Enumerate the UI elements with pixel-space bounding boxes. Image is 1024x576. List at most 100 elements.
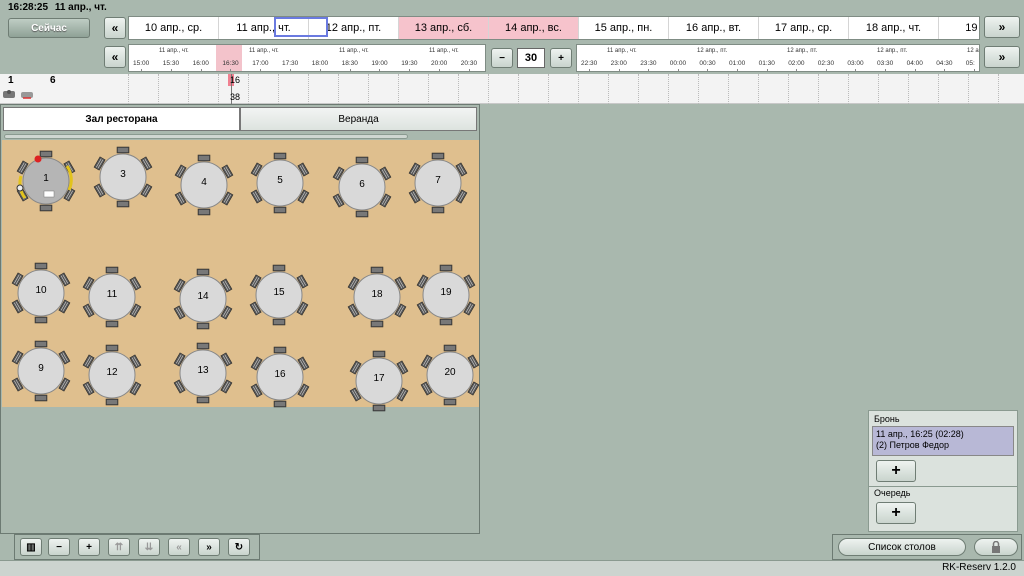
table-9[interactable]: 9	[6, 336, 76, 406]
table-14[interactable]: 14	[168, 264, 238, 334]
occupancy-grid-line	[548, 74, 549, 104]
occupancy-grid-line	[998, 74, 999, 104]
day-cell[interactable]: 13 апр., сб.	[399, 17, 489, 39]
table-19[interactable]: 19	[411, 260, 481, 330]
table-number: 9	[38, 363, 44, 374]
zoom-value: 30	[517, 48, 545, 68]
occupancy-grid-line	[578, 74, 579, 104]
tables-list-button[interactable]: Список столов	[838, 538, 966, 556]
day-cell[interactable]: 10 апр., ср.	[129, 17, 219, 39]
table-number: 14	[197, 291, 209, 302]
timeline-date: 11 апр., чт.	[159, 48, 189, 54]
table-11[interactable]: 11	[77, 262, 147, 332]
zoom-in-button[interactable]: +	[550, 48, 572, 68]
prev-day-button[interactable]: «	[104, 17, 126, 39]
timeline-time: 18:30	[341, 60, 358, 67]
day-cell[interactable]: 16 апр., вт.	[669, 17, 759, 39]
day-cell[interactable]: 14 апр., вс.	[489, 17, 579, 39]
day-cell[interactable]: 18 апр., чт.	[849, 17, 939, 39]
timeline-time: 18:00	[311, 60, 329, 67]
timeline-tick	[677, 69, 679, 71]
occupancy-grid-line	[518, 74, 519, 104]
table-20[interactable]: 20	[415, 340, 485, 410]
timeline-time: 03:30	[877, 60, 894, 67]
booking-item[interactable]: 11 апр., 16:25 (02:28) (2) Петров Федор	[872, 426, 1014, 456]
table-13[interactable]: 13	[168, 338, 238, 408]
timeline-time: 15:00	[133, 60, 150, 67]
occupancy-row[interactable]	[0, 74, 1024, 104]
timeline-right[interactable]: 22:30 23:00 23:30 00:00 00:30 01:00 01:30 02:00…	[576, 44, 980, 72]
timeline-tick	[944, 69, 946, 71]
table-17[interactable]: 17	[344, 346, 414, 416]
tab-veranda[interactable]: Веранда	[240, 107, 477, 131]
prev-time-button[interactable]: «	[104, 46, 126, 68]
timeline-highlight	[216, 45, 243, 71]
status-bar	[0, 560, 1024, 576]
zoom-out-floor-button[interactable]: −	[48, 538, 70, 556]
hall-tabs: Зал ресторана Веранда	[3, 107, 477, 131]
timeline-date: 11 апр., чт.	[607, 48, 637, 54]
table-1[interactable]: 1	[11, 146, 81, 216]
timeline-left[interactable]: 15:00 15:30 16:00 16:30 17:00 17:30 18:00 18:30…	[128, 44, 486, 72]
add-queue-button[interactable]: +	[876, 502, 916, 524]
timeline-time: 19:30	[401, 60, 418, 67]
occupancy-grid-line	[278, 74, 279, 104]
table-15[interactable]: 15	[244, 260, 314, 330]
table-6[interactable]: 6	[327, 152, 397, 222]
table-number: 16	[274, 369, 286, 380]
next-time-button[interactable]: »	[984, 46, 1020, 68]
table-10[interactable]: 10	[6, 258, 76, 328]
timeline-time: 04:00	[906, 60, 923, 67]
last-button[interactable]: »	[198, 538, 220, 556]
timeline-tick	[737, 69, 738, 71]
occupancy-grid-line	[128, 74, 129, 104]
zoom-out-button[interactable]: −	[491, 48, 513, 68]
occupancy-grid-line	[218, 74, 219, 104]
day-selection	[274, 17, 328, 37]
lock-button[interactable]	[974, 538, 1018, 556]
table-3[interactable]: 3	[88, 142, 158, 212]
first-button[interactable]: «	[168, 538, 190, 556]
table-7[interactable]: 7	[403, 148, 473, 218]
next-day-button[interactable]: »	[984, 16, 1020, 38]
horizontal-scrollbar[interactable]	[4, 134, 408, 139]
marker-label-bottom: 38	[230, 92, 241, 102]
occupancy-grid-line	[638, 74, 639, 104]
timeline-date: 12 апр., пт.	[697, 48, 728, 54]
day-cell[interactable]: 15 апр., пн.	[579, 17, 669, 39]
move-bottom-button[interactable]: ⇊	[138, 538, 160, 556]
occupancy-grid-line	[368, 74, 369, 104]
occupancy-grid-line	[698, 74, 699, 104]
timeline-tick	[319, 69, 321, 71]
timeline-time: 01:30	[758, 60, 775, 67]
occupancy-grid-line	[818, 74, 819, 104]
table-16[interactable]: 16	[245, 342, 315, 412]
table-18[interactable]: 18	[342, 262, 412, 332]
layout-button[interactable]: ▥	[20, 538, 42, 556]
occupancy-grid-line	[458, 74, 459, 104]
timeline-time: 17:00	[252, 60, 269, 67]
table-number: 1	[43, 173, 49, 184]
current-time: 16:28:25	[8, 2, 49, 13]
timeline-tick	[468, 69, 470, 71]
tab-restaurant-hall[interactable]: Зал ресторана	[3, 107, 240, 131]
move-top-button[interactable]: ⇈	[108, 538, 130, 556]
zoom-in-floor-button[interactable]: +	[78, 538, 100, 556]
day-cell[interactable]: 19 апр.	[939, 17, 979, 39]
timeline-tick	[855, 69, 857, 71]
table-5[interactable]: 5	[245, 148, 315, 218]
occupancy-grid-line	[338, 74, 339, 104]
table-12[interactable]: 12	[77, 340, 147, 410]
refresh-button[interactable]: ↻	[228, 538, 250, 556]
timeline-tick	[885, 69, 886, 71]
occupancy-grid-line	[398, 74, 399, 104]
table-number: 6	[359, 179, 365, 190]
now-button[interactable]: Сейчас	[8, 18, 90, 38]
table-number: 5	[277, 175, 283, 186]
day-cell[interactable]: 17 апр., ср.	[759, 17, 849, 39]
clock: 16:28:25 11 апр., чт.	[8, 2, 107, 13]
timeline-time: 23:00	[610, 60, 627, 67]
timeline-date: 11 апр., чт.	[429, 48, 459, 54]
table-4[interactable]: 4	[169, 150, 239, 220]
add-booking-button[interactable]: +	[876, 460, 916, 482]
